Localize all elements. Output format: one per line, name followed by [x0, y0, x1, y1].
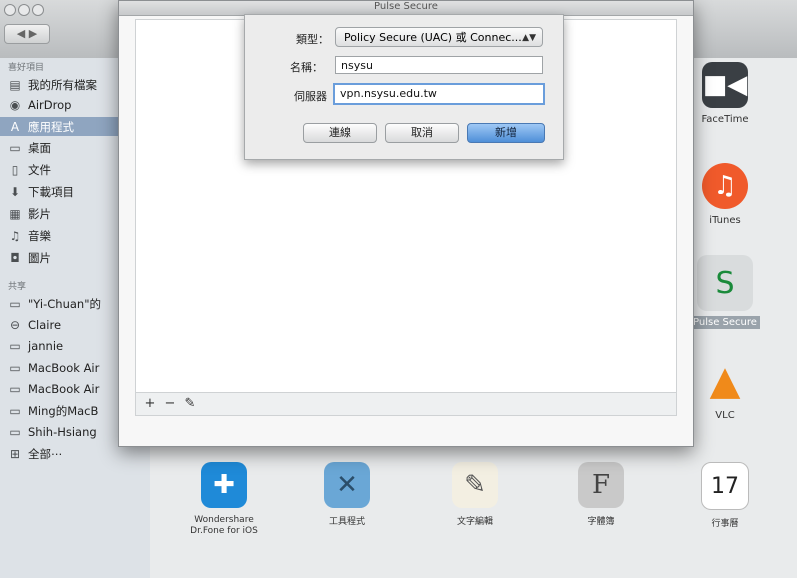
sidebar-item-shared[interactable]: ▭ Shih-Hsiang: [8, 422, 97, 441]
sidebar-item-airdrop[interactable]: ◉ AirDrop: [8, 95, 72, 114]
sidebar-item-music[interactable]: ♫ 音樂: [8, 226, 51, 245]
downloads-icon: ⬇: [9, 184, 21, 199]
shared-disk-icon: ⊖: [9, 317, 21, 332]
music-icon: ♫: [9, 228, 21, 243]
connect-button[interactable]: 連線: [303, 123, 377, 143]
calendar-day: 17: [711, 473, 739, 499]
sidebar-item-label: AirDrop: [28, 97, 72, 112]
sidebar-item-label: jannie: [28, 338, 64, 353]
app-fontbook[interactable]: F 字體簿: [556, 462, 646, 527]
back-forward-buttons[interactable]: ◀ ▶: [4, 24, 50, 44]
minimize-button[interactable]: [18, 4, 30, 16]
sidebar-item-shared[interactable]: ▭ jannie: [8, 336, 63, 355]
name-label: 名稱：: [290, 61, 323, 74]
utilities-folder-icon: ✕: [324, 462, 370, 508]
pulse-window-title: Pulse Secure: [374, 1, 438, 12]
app-drfone[interactable]: ✚ Wondershare Dr.Fone for iOS: [176, 462, 272, 536]
computer-icon: ▭: [9, 360, 21, 375]
type-select-value: Policy Secure (UAC) 或 Connec...: [344, 31, 522, 44]
app-calendar[interactable]: 17 行事曆: [680, 462, 770, 529]
app-label: 文字編輯: [456, 517, 493, 527]
sidebar-item-documents[interactable]: ▯ 文件: [8, 160, 51, 179]
sidebar-item-label: Claire: [28, 317, 62, 332]
computer-icon: ▭: [9, 424, 21, 439]
pictures-icon: ◘: [10, 250, 20, 265]
app-label: Pulse Secure: [690, 316, 760, 329]
sidebar-item-label: Shih-Hsiang: [28, 424, 97, 439]
sidebar-item-shared[interactable]: ▭ Ming的MacB: [8, 401, 98, 420]
app-label: iTunes: [709, 215, 741, 226]
type-select[interactable]: Policy Secure (UAC) 或 Connec... ▲▼: [335, 27, 543, 47]
sidebar-item-movies[interactable]: ▦ 影片: [8, 204, 51, 223]
server-field[interactable]: vpn.nsysu.edu.tw: [333, 83, 545, 105]
add-button[interactable]: 新增: [467, 123, 545, 143]
sidebar-item-label: 全部⋯: [28, 446, 63, 461]
app-label: 字體簿: [587, 517, 615, 527]
favorites-header: 喜好項目: [8, 63, 45, 73]
sidebar-item-shared[interactable]: ⊖ Claire: [8, 315, 61, 334]
type-label: 類型：: [296, 33, 329, 46]
sidebar-item-label: 下載項目: [28, 184, 74, 199]
sidebar-item-label: Ming的MacB: [28, 403, 99, 418]
calendar-icon: 17: [701, 462, 749, 510]
app-label: 行事曆: [711, 519, 739, 529]
sidebar-item-label: MacBook Air: [28, 381, 100, 396]
fontbook-icon: F: [578, 462, 624, 508]
documents-icon: ▯: [11, 162, 19, 177]
sidebar-item-label: 文件: [28, 162, 51, 177]
sidebar-item-pictures[interactable]: ◘ 圖片: [8, 248, 51, 267]
sidebar-item-label: 音樂: [28, 228, 51, 243]
app-label: VLC: [715, 410, 735, 421]
movies-icon: ▦: [9, 206, 21, 221]
app-label: FaceTime: [701, 114, 749, 125]
add-connection-button[interactable]: +: [142, 396, 158, 412]
computer-icon: ▭: [9, 403, 21, 418]
sidebar-item-shared[interactable]: ▭ MacBook Air: [8, 379, 99, 398]
server-label: 伺服器: [294, 90, 327, 103]
pulse-secure-icon: S: [697, 255, 753, 311]
app-label: 工具程式: [328, 517, 365, 527]
app-textedit[interactable]: ✎ 文字編輯: [430, 462, 520, 527]
all-files-icon: ▤: [9, 77, 21, 92]
close-button[interactable]: [4, 4, 16, 16]
add-connection-sheet: 類型： Policy Secure (UAC) 或 Connec... ▲▼ 名…: [244, 14, 564, 160]
name-field[interactable]: nsysu: [335, 56, 543, 74]
connections-toolbar: + − ✎: [135, 392, 677, 416]
sidebar-item-label: 圖片: [28, 250, 51, 265]
app-utilities[interactable]: ✕ 工具程式: [302, 462, 392, 527]
applications-icon: A: [10, 119, 20, 134]
sidebar-item-label: "Yi-Chuan"的: [28, 296, 101, 311]
sidebar-item-label: 影片: [28, 206, 51, 221]
app-label: Wondershare Dr.Fone for iOS: [190, 515, 258, 536]
itunes-icon: ♫: [702, 163, 748, 209]
airdrop-icon: ◉: [9, 97, 21, 112]
cancel-button[interactable]: 取消: [385, 123, 459, 143]
sidebar-item-label: 應用程式: [28, 119, 74, 134]
remove-connection-button[interactable]: −: [162, 396, 178, 412]
textedit-icon: ✎: [452, 462, 498, 508]
computer-icon: ▭: [9, 296, 21, 311]
facetime-icon: ■◀: [702, 62, 748, 108]
desktop-icon: ▭: [9, 140, 21, 155]
computer-icon: ▭: [9, 338, 21, 353]
sidebar-item-downloads[interactable]: ⬇ 下載項目: [8, 182, 74, 201]
sidebar-item-label: 桌面: [28, 140, 51, 155]
drfone-icon: ✚: [201, 462, 247, 508]
chevron-updown-icon: ▲▼: [522, 33, 536, 43]
sidebar-item-label: 我的所有檔案: [28, 77, 97, 92]
sidebar-item-desktop[interactable]: ▭ 桌面: [8, 138, 51, 157]
network-icon: ⊞: [9, 446, 21, 461]
sidebar-item-all-files[interactable]: ▤ 我的所有檔案: [8, 75, 97, 94]
sidebar-item-shared[interactable]: ▭ MacBook Air: [8, 358, 99, 377]
computer-icon: ▭: [9, 381, 21, 396]
sidebar-item-label: MacBook Air: [28, 360, 100, 375]
edit-connection-button[interactable]: ✎: [182, 396, 198, 412]
vlc-icon: ▲: [709, 358, 741, 404]
zoom-button[interactable]: [32, 4, 44, 16]
shared-header: 共享: [8, 282, 27, 292]
sidebar-item-network[interactable]: ⊞ 全部⋯: [8, 444, 63, 463]
sidebar-item-shared[interactable]: ▭ "Yi-Chuan"的: [8, 294, 101, 313]
